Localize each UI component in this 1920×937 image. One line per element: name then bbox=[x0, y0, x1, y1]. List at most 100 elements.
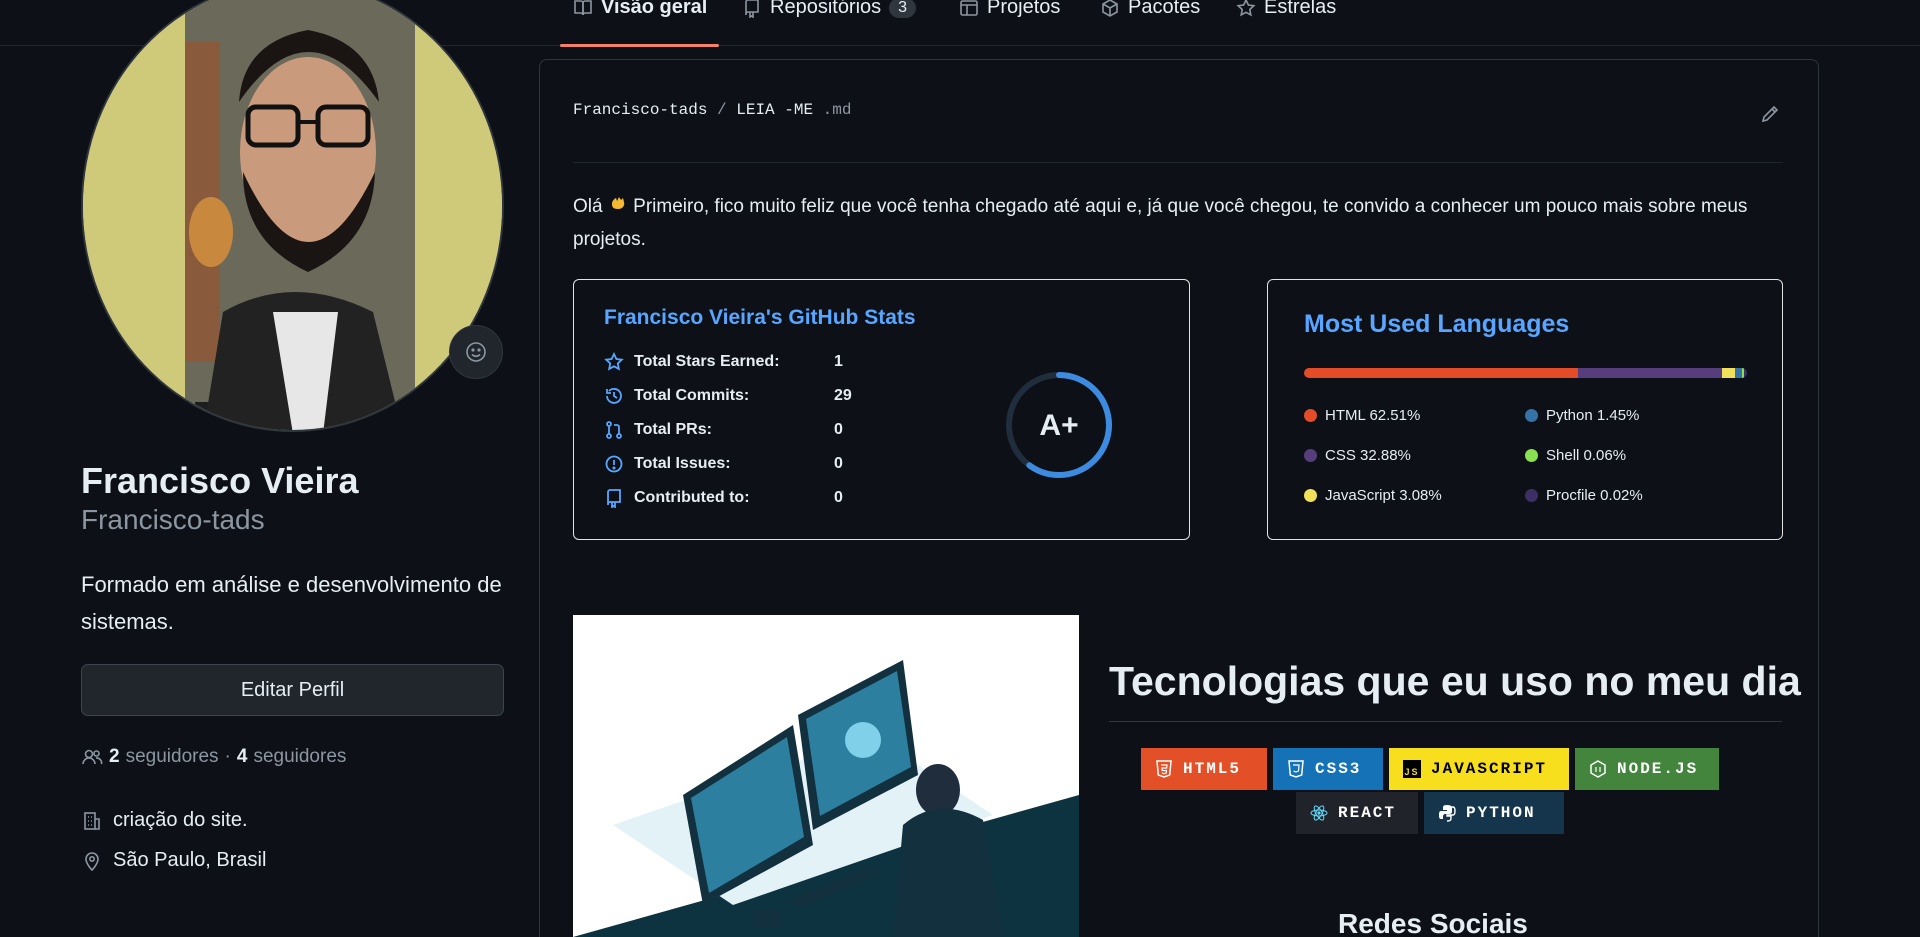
edit-profile-button[interactable]: Editar Perfil bbox=[81, 664, 504, 716]
stat-value: 1 bbox=[834, 353, 843, 370]
tab-label: Visão geral bbox=[601, 0, 708, 18]
language-dot bbox=[1525, 449, 1538, 462]
badge-nodejs: NODE.JS bbox=[1575, 748, 1719, 790]
avatar[interactable] bbox=[81, 0, 504, 432]
social-section-title: Redes Sociais bbox=[1338, 908, 1528, 937]
tab-packages[interactable]: Pacotes bbox=[1100, 0, 1200, 46]
badge-python: PYTHON bbox=[1424, 792, 1564, 834]
pull-request-icon bbox=[606, 421, 622, 439]
profile-location: São Paulo, Brasil bbox=[81, 849, 266, 872]
avatar-photo bbox=[83, 0, 502, 430]
language-bar-segment bbox=[1577, 368, 1722, 378]
profile-login: Francisco-tads bbox=[81, 504, 265, 535]
tab-stars[interactable]: Estrelas bbox=[1236, 0, 1336, 46]
stat-value: 0 bbox=[834, 489, 843, 506]
stat-label: Total Stars Earned: bbox=[634, 353, 780, 370]
badge-label: REACT bbox=[1338, 804, 1397, 822]
stat-label: Total Issues: bbox=[634, 455, 731, 472]
language-label: Procfile 0.02% bbox=[1546, 487, 1643, 504]
language-bar-segment bbox=[1744, 368, 1747, 378]
repo-counter-badge: 3 bbox=[889, 0, 917, 18]
tab-projects[interactable]: Projetos bbox=[959, 0, 1060, 46]
tab-label: Projetos bbox=[987, 0, 1061, 18]
language-label: CSS 32.88% bbox=[1325, 447, 1411, 464]
badge-label: HTML5 bbox=[1183, 760, 1242, 778]
css3-icon bbox=[1287, 760, 1305, 778]
table-icon bbox=[960, 0, 978, 16]
star-icon bbox=[1236, 0, 1256, 16]
followers-label[interactable]: seguidores bbox=[126, 746, 219, 768]
tech-section-title: Tecnologias que eu uso no meu dia bbox=[1109, 658, 1801, 704]
stat-value: 0 bbox=[834, 455, 843, 472]
stat-row-contributed: Contributed to: 0 bbox=[604, 488, 843, 508]
package-icon bbox=[1102, 0, 1118, 17]
readme-divider bbox=[573, 162, 1783, 163]
company-text: criação do site. bbox=[113, 809, 248, 831]
following-label[interactable]: seguidores bbox=[253, 746, 346, 768]
badge-react: REACT bbox=[1296, 792, 1418, 834]
stat-row-stars: Total Stars Earned: 1 bbox=[604, 352, 843, 372]
languages-card-title: Most Used Languages bbox=[1304, 310, 1570, 338]
svg-text:JS: JS bbox=[1404, 767, 1419, 777]
tech-divider bbox=[1109, 721, 1782, 722]
language-dot bbox=[1525, 409, 1538, 422]
readme-path: Francisco-tads / LEIA -ME .md bbox=[573, 101, 851, 119]
book-icon bbox=[574, 0, 592, 15]
tab-repositories[interactable]: Repositórios 3 bbox=[742, 0, 917, 46]
history-icon bbox=[606, 388, 622, 404]
star-icon bbox=[604, 352, 624, 371]
most-used-languages-card[interactable]: Most Used Languages HTML 62.51% Python 1… bbox=[1267, 279, 1783, 540]
grade-ring: A+ bbox=[1006, 372, 1112, 478]
nodejs-icon bbox=[1589, 760, 1607, 778]
repo-icon bbox=[607, 489, 621, 508]
language-dot bbox=[1525, 489, 1538, 502]
intro-text: Primeiro, fico muito feliz que você tenh… bbox=[573, 196, 1748, 250]
people-icon bbox=[82, 749, 103, 765]
language-item: Procfile 0.02% bbox=[1525, 487, 1643, 504]
edit-readme-button[interactable] bbox=[1759, 103, 1781, 125]
language-label: JavaScript 3.08% bbox=[1325, 487, 1442, 504]
language-bar-segment bbox=[1304, 368, 1578, 378]
set-status-button[interactable] bbox=[449, 325, 503, 379]
grade-text: A+ bbox=[1039, 409, 1078, 442]
tab-label: Repositórios bbox=[770, 0, 882, 18]
waving-hand-icon bbox=[611, 197, 625, 209]
badge-css3: CSS3 bbox=[1273, 748, 1383, 790]
tab-overview[interactable]: Visão geral bbox=[560, 0, 719, 47]
follow-dot-separator: · bbox=[224, 746, 231, 767]
readme-owner[interactable]: Francisco-tads bbox=[573, 101, 707, 119]
html5-icon bbox=[1155, 760, 1173, 778]
profile-bio: Formado em análise e desenvolvimento de … bbox=[81, 572, 502, 634]
readme-ext: .md bbox=[822, 101, 852, 119]
stat-row-commits: Total Commits: 29 bbox=[604, 386, 852, 406]
badge-label: CSS3 bbox=[1315, 760, 1362, 778]
readme-separator: / bbox=[717, 101, 727, 119]
stat-value: 29 bbox=[834, 387, 852, 404]
readme-intro: Olá Primeiro, fico muito feliz que você … bbox=[573, 190, 1773, 256]
stats-card-title: Francisco Vieira's GitHub Stats bbox=[604, 306, 916, 329]
badge-label: NODE.JS bbox=[1617, 760, 1699, 778]
language-dot bbox=[1304, 489, 1317, 502]
language-item: JavaScript 3.08% bbox=[1304, 487, 1442, 504]
github-stats-card[interactable]: Francisco Vieira's GitHub Stats Total St… bbox=[573, 279, 1190, 540]
repo-icon bbox=[745, 0, 759, 18]
readme-file[interactable]: LEIA -ME bbox=[736, 101, 813, 119]
smiley-icon bbox=[466, 342, 486, 362]
language-dot bbox=[1304, 409, 1317, 422]
followers-count[interactable]: 2 bbox=[109, 746, 120, 768]
badge-label: JAVASCRIPT bbox=[1431, 760, 1548, 778]
javascript-icon: JS bbox=[1403, 760, 1421, 778]
stat-row-issues: Total Issues: 0 bbox=[604, 454, 843, 474]
developer-illustration bbox=[573, 615, 1079, 937]
stat-label: Total PRs: bbox=[634, 421, 712, 438]
location-text: São Paulo, Brasil bbox=[113, 849, 267, 871]
following-count[interactable]: 4 bbox=[237, 746, 248, 768]
intro-greeting: Olá bbox=[573, 196, 603, 217]
developer-at-desk-image bbox=[573, 615, 1079, 937]
profile-company: criação do site. bbox=[81, 809, 248, 832]
issue-icon bbox=[605, 455, 623, 473]
badge-javascript: JS JAVASCRIPT bbox=[1389, 748, 1569, 790]
pencil-icon bbox=[1761, 105, 1779, 123]
react-icon bbox=[1310, 804, 1328, 822]
stat-label: Contributed to: bbox=[634, 489, 750, 506]
